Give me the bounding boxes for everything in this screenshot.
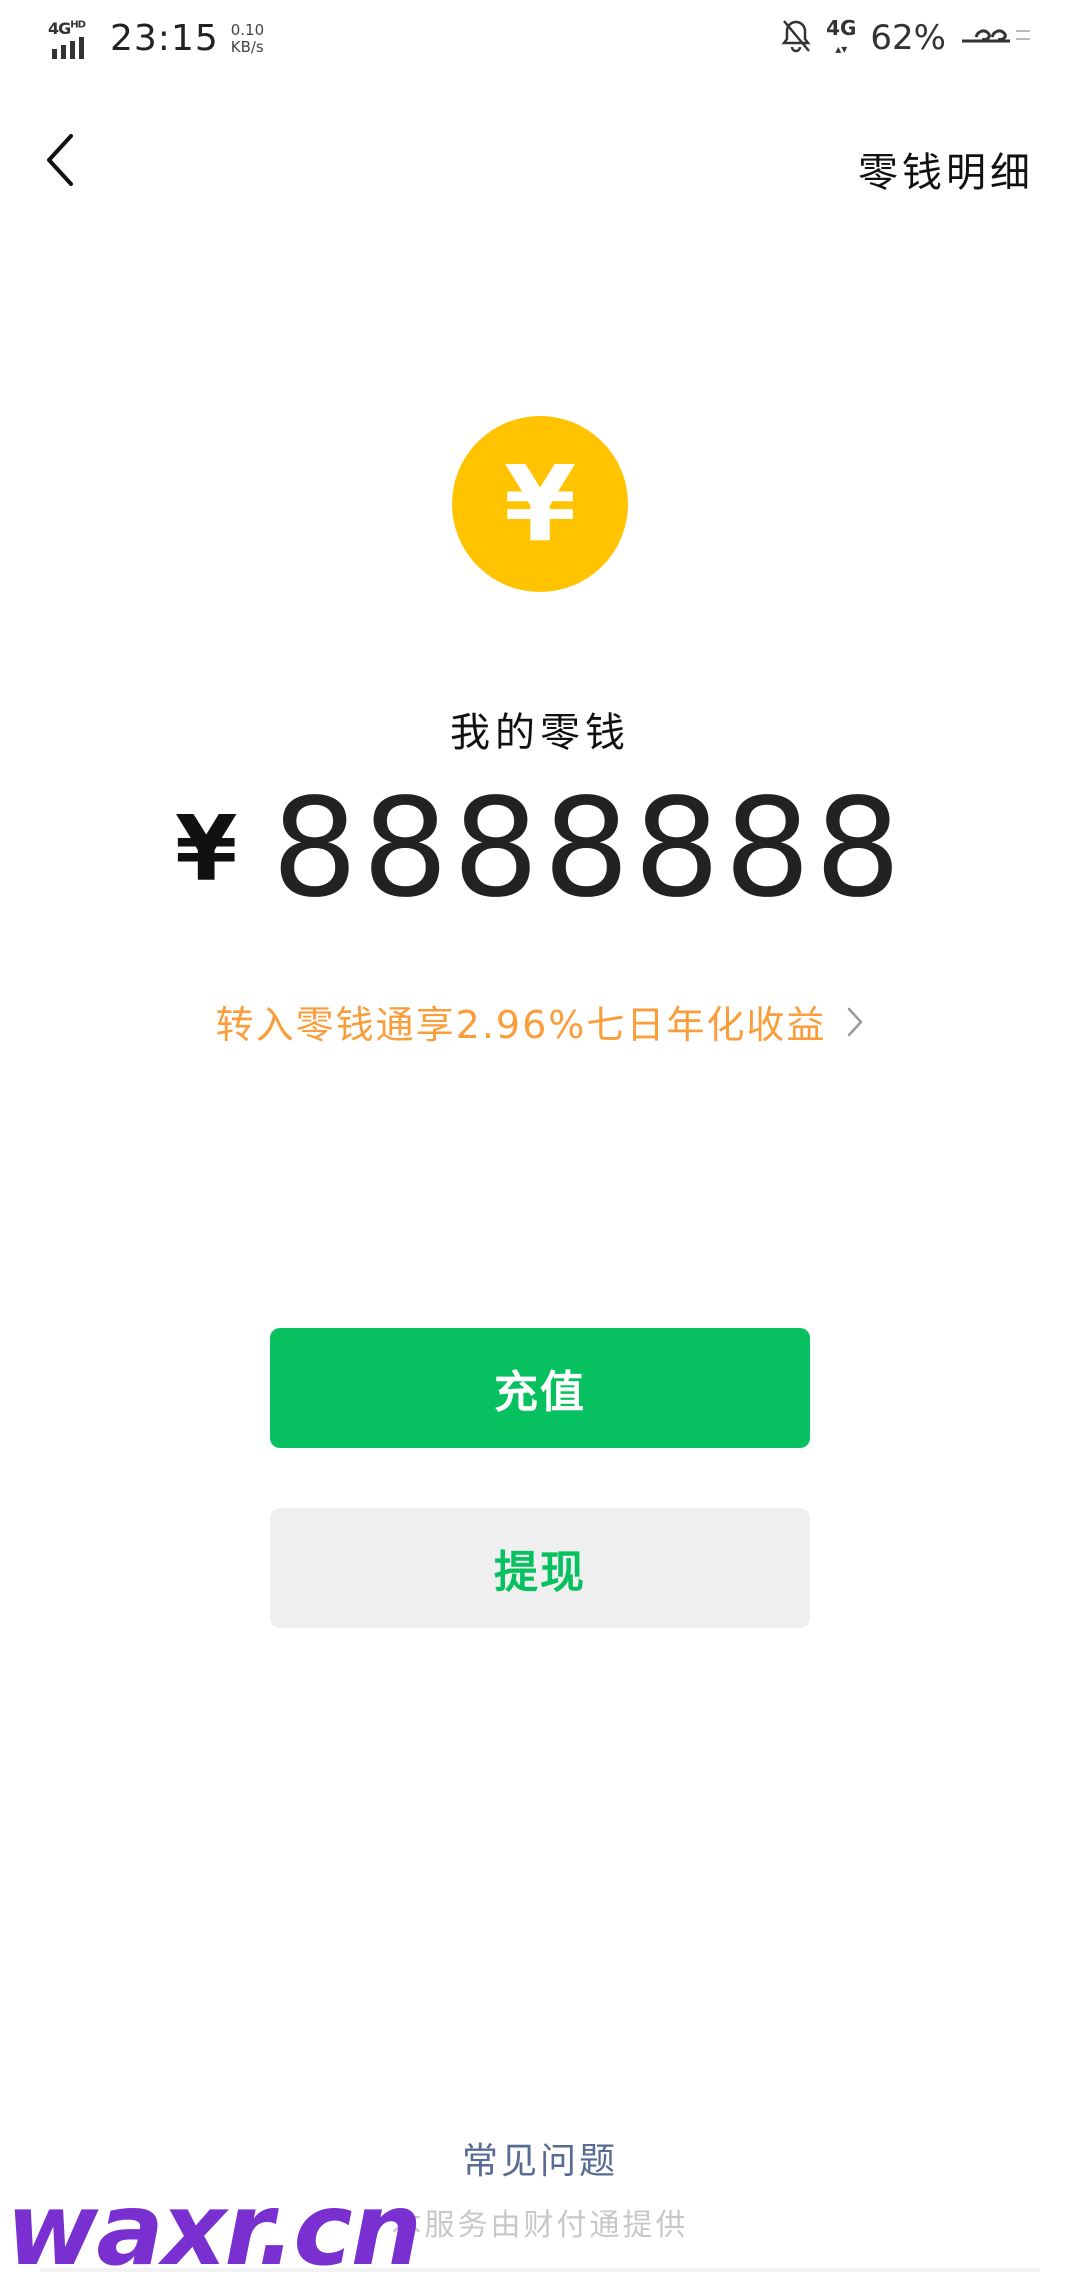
network-type: 4GHD [48,18,86,38]
balance-amount: 8888888 [271,770,906,928]
change-details-link[interactable]: 零钱明细 [858,140,1034,198]
watermark: waxr.cn [6,2171,422,2288]
back-button[interactable] [28,130,92,194]
promo-text: 转入零钱通享2.96%七日年化收益 [215,1003,827,1047]
bell-off-icon [780,18,812,58]
coin-symbol: ¥ [503,443,577,565]
withdraw-button[interactable]: 提现 [270,1508,810,1628]
bottom-divider [40,2268,1040,2272]
battery-icon [960,19,1032,57]
network-4g: 4G ▴▾ [826,15,857,56]
signal-icon: 4GHD [48,19,96,59]
status-bar-left: 4GHD 23:15 0.10 KB/s [48,18,264,59]
status-time: 23:15 [110,18,219,59]
balance: ¥8888888 [0,770,1080,928]
lingqiantong-promo-link[interactable]: 转入零钱通享2.96%七日年化收益 [0,994,1080,1049]
yuan-coin-icon: ¥ [452,416,628,592]
chevron-right-icon [846,1003,864,1047]
wallet-title: 我的零钱 [450,710,630,756]
network-speed: 0.10 KB/s [230,20,265,56]
status-bar: 4GHD 23:15 0.10 KB/s 4G ▴▾ 62% [0,0,1080,80]
currency-symbol: ¥ [174,796,238,902]
status-bar-right: 4G ▴▾ 62% [780,18,1032,58]
chevron-left-icon [43,132,77,192]
recharge-button[interactable]: 充值 [270,1328,810,1448]
battery-level: 62% [870,18,946,58]
